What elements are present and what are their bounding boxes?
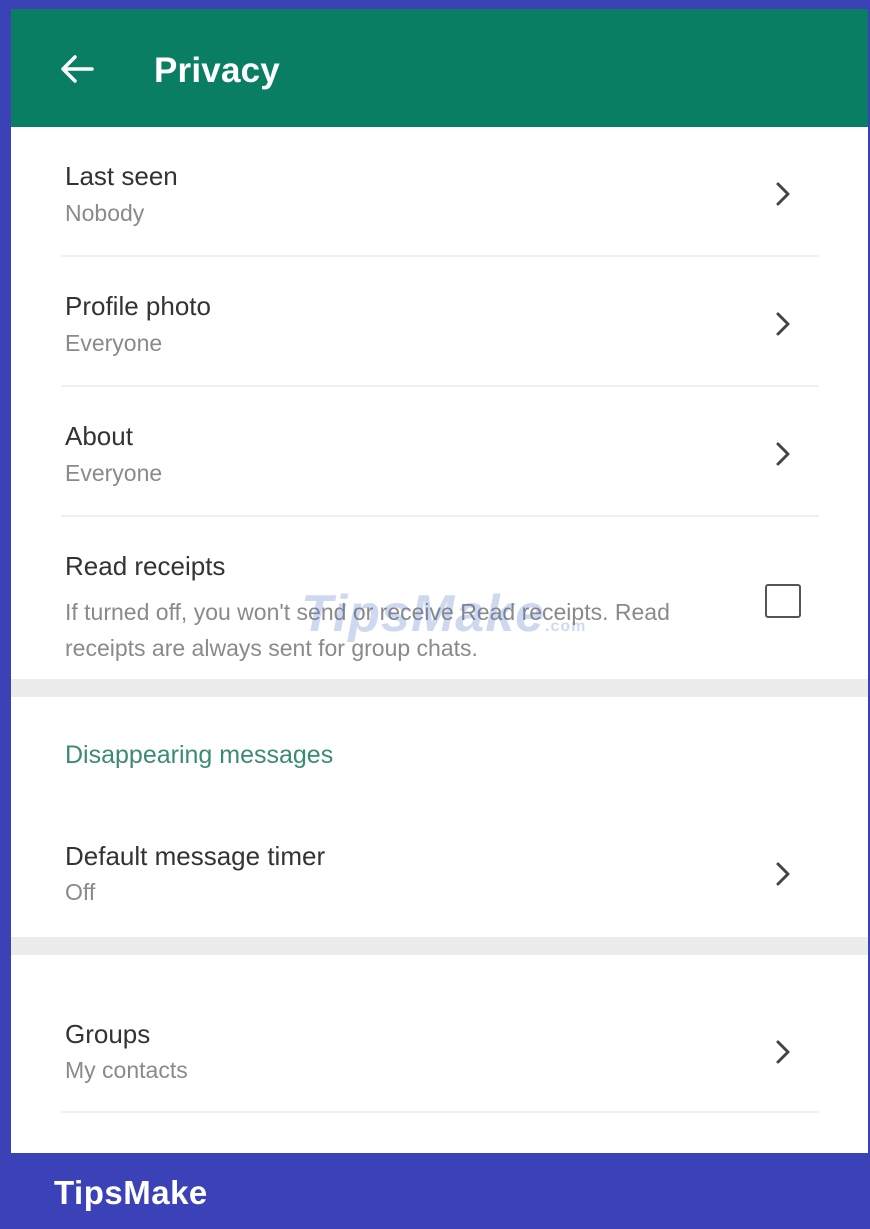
section-header-disappearing: Disappearing messages: [65, 741, 334, 769]
setting-title: Read receipts: [65, 551, 226, 581]
chevron-right-icon: [776, 1040, 790, 1064]
setting-title: Default message timer: [65, 841, 326, 871]
setting-about[interactable]: About Everyone: [11, 387, 868, 517]
chevron-right-icon: [776, 862, 790, 886]
setting-value: Nobody: [65, 200, 145, 226]
setting-title: Groups: [65, 1019, 151, 1049]
divider: [61, 1111, 819, 1113]
section-separator: [11, 679, 868, 697]
chevron-right-icon: [776, 442, 790, 466]
chevron-right-icon: [776, 182, 790, 206]
setting-title: Last seen: [65, 161, 178, 191]
read-receipts-checkbox[interactable]: [765, 584, 801, 618]
setting-default-message-timer[interactable]: Default message timer Off: [11, 799, 868, 937]
setting-groups[interactable]: Groups My contacts: [11, 955, 868, 1113]
back-button[interactable]: [57, 49, 97, 89]
privacy-screen: Privacy Last seen Nobody Profile photo E…: [11, 9, 868, 1153]
setting-value: Off: [65, 879, 96, 905]
setting-last-seen[interactable]: Last seen Nobody: [11, 127, 868, 257]
setting-value: My contacts: [65, 1057, 188, 1083]
app-bar: Privacy: [11, 9, 868, 127]
section-separator: [11, 937, 868, 955]
watermark-brand: TipsMake: [54, 1174, 208, 1211]
arrow-left-icon: [61, 55, 94, 83]
setting-value: Everyone: [65, 460, 163, 486]
setting-profile-photo[interactable]: Profile photo Everyone: [11, 257, 868, 387]
setting-title: About: [65, 421, 133, 451]
chevron-right-icon: [776, 312, 790, 336]
setting-value: Everyone: [65, 330, 163, 356]
setting-title: Profile photo: [65, 291, 211, 321]
page-title: Privacy: [154, 51, 280, 90]
watermark: TipsMake.com: [301, 585, 587, 643]
